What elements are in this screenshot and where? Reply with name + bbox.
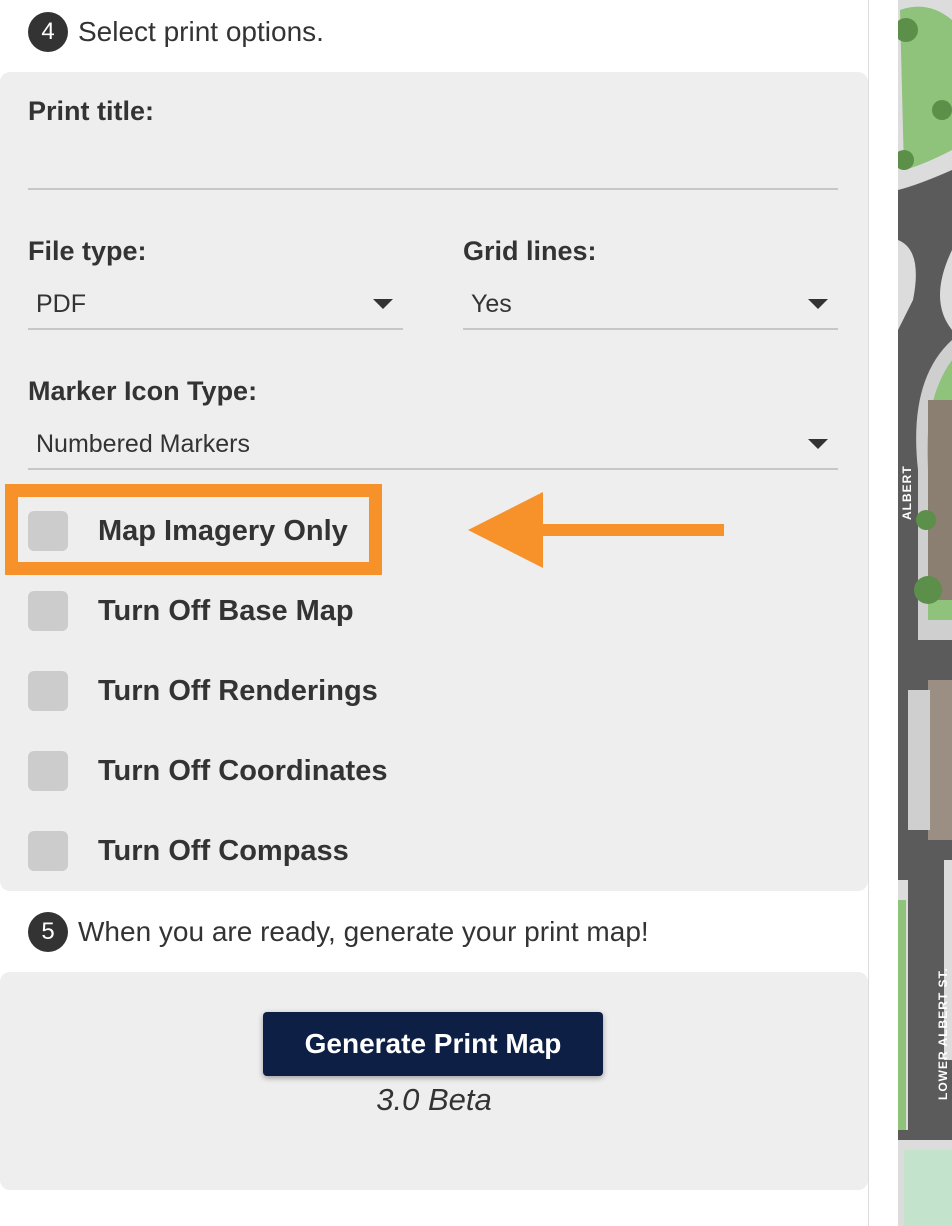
checkbox-label: Turn Off Base Map <box>98 594 354 627</box>
street-label: LOWER ALBERT ST. <box>936 967 950 1100</box>
map-view[interactable]: ALBERT LOWER ALBERT ST. <box>898 0 952 1226</box>
chevron-down-icon <box>373 299 393 309</box>
checkbox-map-imagery-only[interactable]: Map Imagery Only <box>28 510 348 552</box>
file-type-label: File type: <box>28 236 147 266</box>
generate-print-map-button[interactable]: Generate Print Map <box>263 1012 603 1076</box>
checkbox-turn-off-coordinates[interactable]: Turn Off Coordinates <box>28 750 387 792</box>
checkbox-label: Turn Off Renderings <box>98 674 378 707</box>
generate-card: Generate Print Map 3.0 Beta <box>0 972 868 1190</box>
checkbox-turn-off-compass[interactable]: Turn Off Compass <box>28 830 349 872</box>
grid-lines-label: Grid lines: <box>463 236 597 266</box>
panel-divider <box>868 0 898 1226</box>
checkbox[interactable] <box>28 591 68 631</box>
marker-icon-type-label: Marker Icon Type: <box>28 376 258 406</box>
checkbox-label: Map Imagery Only <box>98 514 348 547</box>
checkbox-label: Turn Off Compass <box>98 834 349 867</box>
arrow-left-icon <box>468 492 724 568</box>
step-number-badge: 5 <box>28 912 68 952</box>
marker-icon-type-value: Numbered Markers <box>36 429 250 458</box>
print-title-input[interactable] <box>28 148 838 190</box>
step-4-text: Select print options. <box>78 16 324 47</box>
step-4-header: 4 Select print options. <box>28 12 324 52</box>
checkbox[interactable] <box>28 751 68 791</box>
file-type-value: PDF <box>36 289 86 318</box>
checkbox[interactable] <box>28 831 68 871</box>
chevron-down-icon <box>808 439 828 449</box>
checkbox-turn-off-base-map[interactable]: Turn Off Base Map <box>28 590 354 632</box>
grid-lines-select[interactable]: Yes <box>463 280 838 330</box>
file-type-select[interactable]: PDF <box>28 280 403 330</box>
checkbox[interactable] <box>28 671 68 711</box>
grid-lines-value: Yes <box>471 289 512 318</box>
street-label: ALBERT <box>900 465 914 520</box>
marker-icon-type-select[interactable]: Numbered Markers <box>28 420 838 470</box>
print-title-label: Print title: <box>28 96 154 126</box>
checkbox-label: Turn Off Coordinates <box>98 754 388 787</box>
checkbox-turn-off-renderings[interactable]: Turn Off Renderings <box>28 670 378 712</box>
chevron-down-icon <box>808 299 828 309</box>
step-5-header: 5 When you are ready, generate your prin… <box>28 912 649 952</box>
checkbox[interactable] <box>28 511 68 551</box>
print-options-panel: 4 Select print options. Print title: Fil… <box>0 0 868 1226</box>
step-5-text: When you are ready, generate your print … <box>78 916 649 947</box>
step-number-badge: 4 <box>28 12 68 52</box>
version-label: 3.0 Beta <box>376 1082 492 1117</box>
